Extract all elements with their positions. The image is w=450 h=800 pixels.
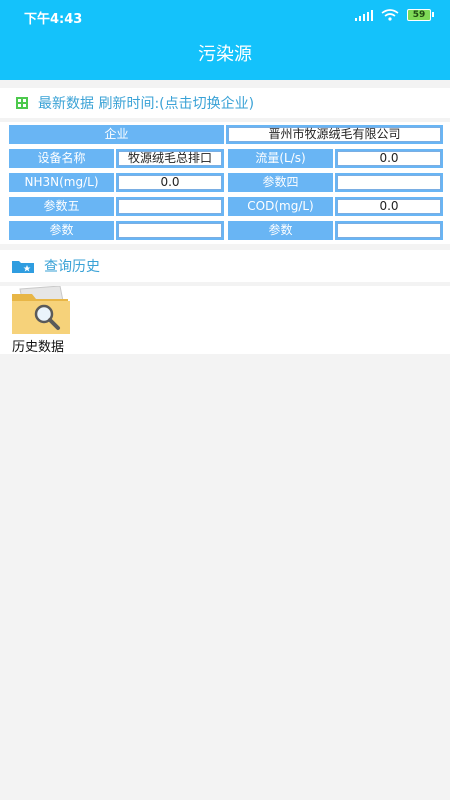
value-flow: 0.0 <box>337 151 441 166</box>
app-bar: 下午4:43 59 污染源 <box>0 0 450 80</box>
label-param-2: 参数 <box>228 221 333 240</box>
label-nh3n: NH3N(mg/L) <box>9 173 114 192</box>
history-title: 查询历史 <box>44 259 100 275</box>
status-time: 下午4:43 <box>24 12 83 27</box>
value-param4-wrap <box>335 173 443 192</box>
history-panel: 历史数据 <box>0 286 450 355</box>
latest-data-title: 最新数据 刷新时间:(点击切换企业) <box>38 96 255 112</box>
value-param5-wrap <box>116 197 224 216</box>
label-flow: 流量(L/s) <box>228 149 333 168</box>
value-param-2 <box>337 223 441 238</box>
battery-icon: 59 <box>407 8 434 21</box>
value-device-name-wrap: 牧源绒毛总排口 <box>116 149 224 168</box>
data-grid-icon <box>16 97 28 109</box>
label-cod: COD(mg/L) <box>228 197 333 216</box>
history-data-label: 历史数据 <box>12 340 65 355</box>
wifi-icon <box>381 9 399 21</box>
folder-search-icon <box>12 286 70 334</box>
value-device-name: 牧源绒毛总排口 <box>118 151 222 166</box>
enterprise-label: 企业 <box>9 125 224 144</box>
latest-data-header[interactable]: 最新数据 刷新时间:(点击切换企业) <box>0 88 450 118</box>
value-param5 <box>118 199 222 214</box>
signal-icon <box>355 9 373 21</box>
label-param4: 参数四 <box>228 173 333 192</box>
data-table: 企业 晋州市牧源绒毛有限公司 设备名称 牧源绒毛总排口 流量(L/s) 0.0 … <box>0 122 450 244</box>
value-cod: 0.0 <box>337 199 441 214</box>
history-data-item[interactable]: 历史数据 <box>8 286 78 355</box>
value-cod-wrap: 0.0 <box>335 197 443 216</box>
battery-level: 59 <box>407 8 431 21</box>
enterprise-value[interactable]: 晋州市牧源绒毛有限公司 <box>228 127 441 142</box>
value-param <box>118 223 222 238</box>
value-flow-wrap: 0.0 <box>335 149 443 168</box>
folder-star-icon <box>12 261 34 273</box>
value-param-2-wrap <box>335 221 443 240</box>
label-param: 参数 <box>9 221 114 240</box>
label-param5: 参数五 <box>9 197 114 216</box>
page-title: 污染源 <box>198 44 252 65</box>
value-nh3n-wrap: 0.0 <box>116 173 224 192</box>
history-header: 查询历史 <box>0 250 450 282</box>
enterprise-value-wrap: 晋州市牧源绒毛有限公司 <box>226 125 443 144</box>
value-param4 <box>337 175 441 190</box>
value-param-wrap <box>116 221 224 240</box>
value-nh3n: 0.0 <box>118 175 222 190</box>
label-device-name: 设备名称 <box>9 149 114 168</box>
status-icons: 59 <box>355 8 434 21</box>
